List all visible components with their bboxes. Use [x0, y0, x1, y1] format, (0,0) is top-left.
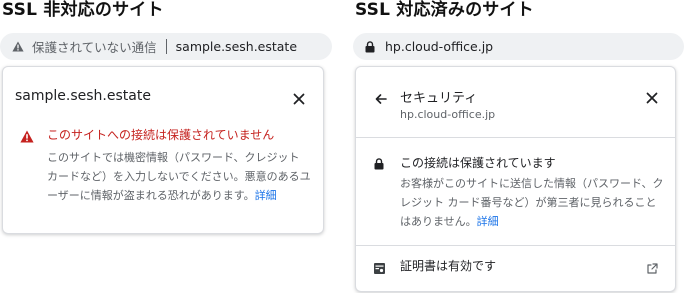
right-address-bar[interactable]: hp.cloud-office.jp: [353, 33, 684, 60]
certificate-icon: [374, 259, 385, 274]
security-title: セキュリティ: [400, 91, 478, 106]
warning-icon: [20, 128, 34, 143]
lock-icon[interactable]: [365, 40, 375, 53]
right-heading: SSL 対応済みのサイト: [355, 0, 534, 20]
close-icon[interactable]: [293, 90, 305, 105]
site-host: hp.cloud-office.jp: [400, 108, 496, 121]
warning-body: このサイトでは機密情報（パスワード、クレジット カードなど）を入力しないでくださ…: [47, 148, 312, 205]
url-text[interactable]: hp.cloud-office.jp: [385, 39, 493, 54]
back-arrow-icon[interactable]: [375, 90, 387, 104]
url-text[interactable]: sample.sesh.estate: [176, 39, 297, 54]
connection-status-text: 保護されていない通信: [32, 40, 157, 55]
address-separator: [165, 39, 167, 54]
lock-icon: [374, 155, 384, 170]
certificate-label: 証明書は有効です: [400, 259, 497, 273]
details-link[interactable]: 詳細: [255, 189, 277, 202]
panel-divider: [355, 245, 676, 246]
external-link-icon[interactable]: [647, 259, 658, 274]
connection-body-text: お客様がこのサイトに送信した情報（パスワード、クレジット カード番号など）が第三…: [400, 177, 664, 228]
connection-secure-title: この接続は保護されています: [400, 156, 556, 170]
panel-divider: [355, 137, 676, 138]
certificate-row[interactable]: 証明書は有効です: [356, 249, 676, 281]
left-address-bar[interactable]: 保護されていない通信 sample.sesh.estate: [0, 33, 332, 60]
details-link[interactable]: 詳細: [477, 215, 499, 228]
warning-icon[interactable]: [12, 41, 24, 52]
close-icon[interactable]: [646, 89, 658, 104]
site-host: sample.sesh.estate: [15, 88, 151, 104]
warning-title: このサイトへの接続は保護されていません: [47, 128, 275, 142]
left-heading: SSL 非対応のサイト: [2, 0, 164, 20]
connection-secure-body: お客様がこのサイトに送信した情報（パスワード、クレジット カード番号など）が第三…: [400, 174, 665, 231]
